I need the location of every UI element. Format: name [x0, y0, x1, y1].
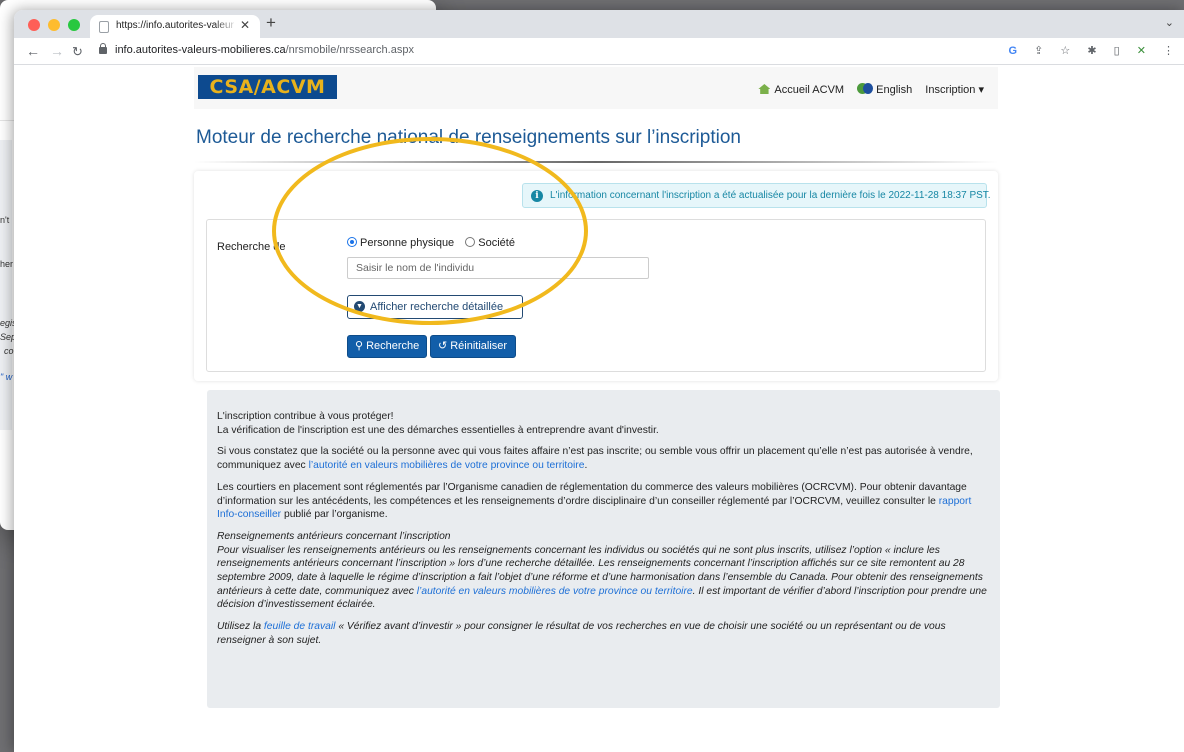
- background-text: " w: [0, 372, 13, 382]
- show-detailed-search-button[interactable]: ▼ Afficher recherche détaillée: [347, 295, 523, 319]
- info-text: publié par l’organisme.: [281, 509, 388, 521]
- logo-text: CSA/ACVM: [209, 76, 326, 98]
- reset-button-label: Réinitialiser: [450, 340, 508, 352]
- address-bar[interactable]: info.autorites-valeurs-mobilieres.ca/nrs…: [115, 44, 414, 56]
- new-tab-plus-icon[interactable]: +: [266, 13, 276, 33]
- reset-button[interactable]: ↺ Réinitialiser: [430, 335, 516, 358]
- search-button-label: Recherche: [366, 340, 420, 352]
- browser-window: https://info.autorites-valeurs-mobiliere…: [14, 10, 1184, 752]
- site-header: CSA/ACVM Accueil ACVM English Inscriptio…: [194, 67, 998, 109]
- extensions-puzzle-icon[interactable]: ✱: [1087, 45, 1096, 57]
- globe-icon: [857, 83, 874, 94]
- radio-label: Société: [478, 237, 515, 249]
- background-text: her: [0, 259, 14, 269]
- search-icon: ⚲: [355, 340, 364, 352]
- worksheet-link[interactable]: feuille de travail: [264, 621, 336, 632]
- radio-unchecked-icon[interactable]: [465, 237, 476, 247]
- name-search-input[interactable]: [347, 257, 649, 279]
- info-panel: L'inscription contribue à vous protéger!…: [207, 390, 1000, 708]
- minimize-window-button[interactable]: [48, 19, 60, 31]
- radio-societe[interactable]: Société: [465, 237, 515, 249]
- back-arrow-icon[interactable]: ←: [26, 43, 40, 59]
- background-text: n't: [0, 215, 10, 225]
- url-host: info.autorites-valeurs-mobilieres.ca: [115, 44, 286, 56]
- info-text: Utilisez la: [217, 621, 264, 633]
- reload-icon[interactable]: ↻: [72, 44, 83, 60]
- csa-acvm-logo[interactable]: CSA/ACVM: [198, 75, 337, 99]
- bookmark-star-icon[interactable]: ☆: [1060, 45, 1070, 57]
- nav-home-link[interactable]: Accueil ACVM: [758, 84, 844, 96]
- house-icon: [758, 84, 771, 94]
- browser-toolbar: ← → ↻ info.autorites-valeurs-mobilieres.…: [14, 38, 1184, 65]
- chevron-down-icon[interactable]: ⌄: [1165, 16, 1174, 29]
- url-path: /nrsmobile/nrssearch.aspx: [285, 44, 414, 56]
- info-paragraph: Les courtiers en placement sont réglemen…: [217, 481, 990, 522]
- nav-english-link[interactable]: English: [857, 83, 913, 96]
- close-icon[interactable]: ✕: [240, 18, 250, 32]
- radio-checked-icon[interactable]: [347, 237, 357, 247]
- google-icon[interactable]: G: [1008, 45, 1017, 57]
- page-viewport: CSA/ACVM Accueil ACVM English Inscriptio…: [14, 65, 1184, 752]
- search-type-radios: Personne physique Société: [347, 236, 523, 249]
- close-window-button[interactable]: [28, 19, 40, 31]
- chevron-down-circle-icon: ▼: [354, 301, 365, 312]
- browser-tab[interactable]: https://info.autorites-valeurs-mobiliere…: [90, 15, 260, 38]
- undo-icon: ↺: [438, 340, 448, 352]
- forward-arrow-icon[interactable]: →: [50, 43, 64, 59]
- lock-icon[interactable]: [99, 43, 107, 54]
- history-heading: Renseignements antérieurs concernant l’i…: [217, 530, 451, 542]
- nav-home-label: Accueil ACVM: [774, 84, 845, 96]
- search-type-label: Recherche de: [217, 241, 286, 253]
- share-icon[interactable]: ⇪: [1034, 45, 1043, 57]
- radio-label: Personne physique: [360, 237, 455, 249]
- info-text: .: [584, 460, 588, 472]
- page-icon: [99, 21, 109, 33]
- header-nav: Accueil ACVM English Inscription ▾: [748, 82, 984, 96]
- background-panel: [0, 140, 12, 430]
- page-title: Moteur de recherche national de renseign…: [196, 127, 741, 148]
- background-text: co: [4, 346, 14, 356]
- search-form: Recherche de Personne physique Société ▼…: [206, 219, 986, 372]
- search-button[interactable]: ⚲ Recherche: [347, 335, 427, 358]
- info-text: La vérification de l'inscription est une…: [217, 424, 659, 436]
- alert-text: L'information concernant l'inscription a…: [550, 190, 991, 201]
- extension-icon[interactable]: ✕: [1137, 45, 1146, 57]
- info-icon: i: [531, 190, 543, 202]
- info-paragraph-worksheet: Utilisez la feuille de travail « Vérifie…: [217, 620, 990, 647]
- update-info-alert: i L'information concernant l'inscription…: [522, 183, 991, 208]
- info-paragraph-history: Renseignements antérieurs concernant l’i…: [217, 530, 990, 612]
- menu-dots-icon[interactable]: ⋮: [1163, 45, 1174, 57]
- radio-personne-physique[interactable]: Personne physique: [347, 237, 454, 249]
- info-text: Les courtiers en placement sont réglemen…: [217, 481, 967, 507]
- nav-english-label: English: [876, 84, 913, 96]
- tab-bar: https://info.autorites-valeurs-mobiliere…: [14, 10, 1184, 38]
- securities-authority-link[interactable]: l’autorité en valeurs mobilières de votr…: [309, 460, 585, 471]
- nav-inscription-dropdown[interactable]: Inscription ▾: [925, 84, 984, 96]
- info-paragraph: Si vous constatez que la société ou la p…: [217, 445, 990, 472]
- info-paragraph: L'inscription contribue à vous protéger!…: [217, 410, 990, 437]
- title-divider: [194, 161, 998, 163]
- detail-button-label: Afficher recherche détaillée: [370, 301, 504, 313]
- info-text: L'inscription contribue à vous protéger!: [217, 411, 394, 422]
- extension-icons: G ⇪ ☆ ✱ ▯ ✕ ⋮: [994, 44, 1174, 57]
- securities-authority-link[interactable]: l’autorité en valeurs mobilières de votr…: [417, 586, 693, 597]
- sidebar-icon[interactable]: ▯: [1114, 45, 1120, 57]
- search-card: i L'information concernant l'inscription…: [194, 171, 998, 381]
- maximize-window-button[interactable]: [68, 19, 80, 31]
